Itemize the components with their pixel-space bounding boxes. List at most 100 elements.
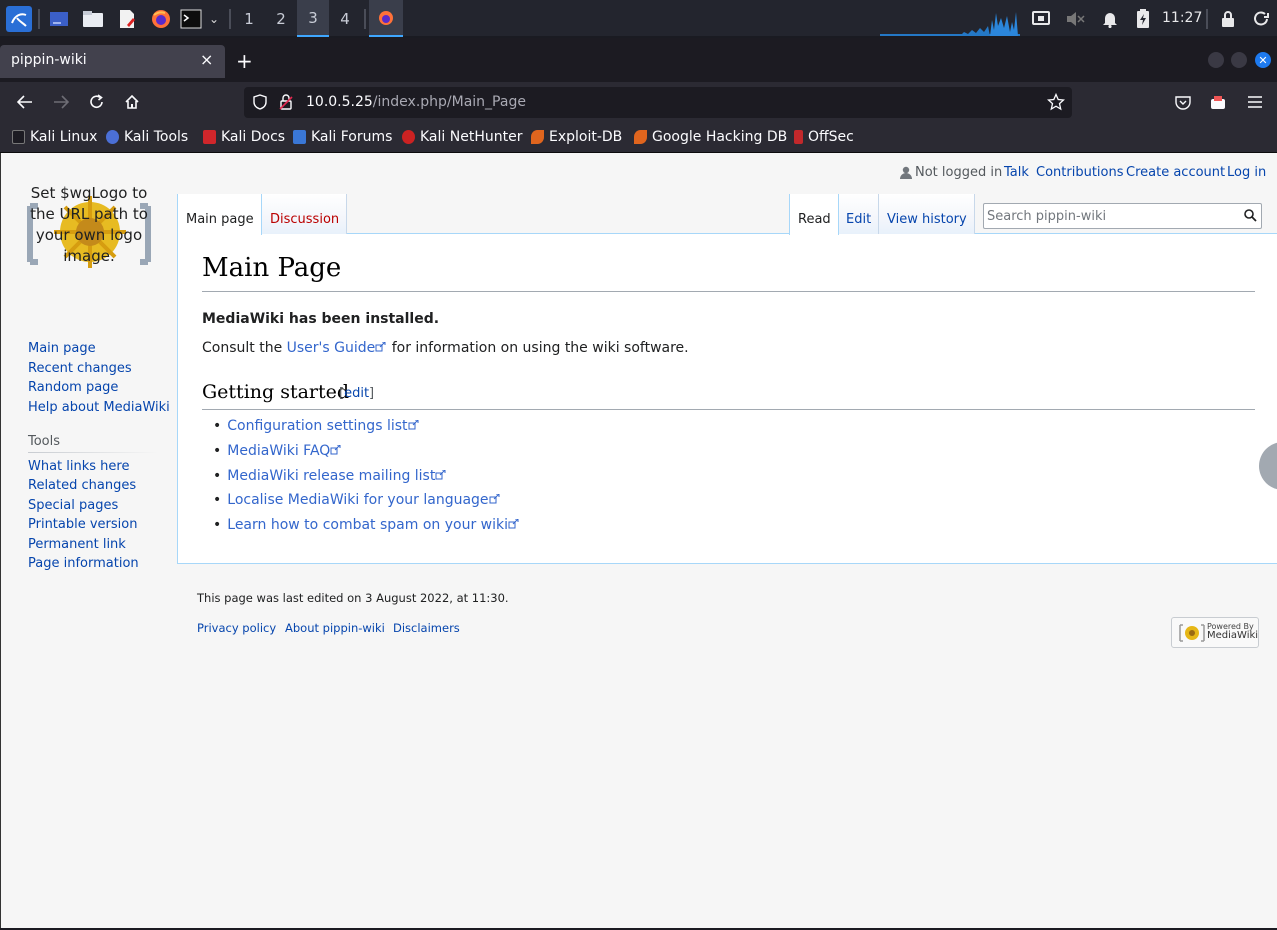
external-link-icon bbox=[435, 470, 447, 480]
sidebar-item-help[interactable]: Help about MediaWiki bbox=[28, 400, 170, 415]
firefox-icon[interactable] bbox=[150, 8, 172, 30]
tab-main-page[interactable]: Main page bbox=[186, 212, 254, 227]
tab-read[interactable]: Read bbox=[798, 212, 831, 227]
about-link[interactable]: About pippin-wiki bbox=[285, 621, 385, 635]
chevron-down-icon[interactable]: ⌄ bbox=[205, 8, 223, 30]
sidebar-item-recent-changes[interactable]: Recent changes bbox=[28, 361, 132, 376]
clock[interactable]: 11:27 bbox=[1162, 10, 1202, 26]
bookmark-kali-nethunter[interactable]: Kali NetHunter bbox=[402, 129, 522, 145]
file-manager-icon[interactable] bbox=[82, 8, 104, 30]
workspace-3[interactable]: 3 bbox=[297, 0, 329, 37]
mailing-list-link[interactable]: MediaWiki release mailing list bbox=[227, 468, 435, 484]
combat-spam-link[interactable]: Learn how to combat spam on your wiki bbox=[227, 517, 508, 533]
new-tab-button[interactable]: + bbox=[236, 49, 253, 73]
user-icon bbox=[900, 166, 912, 179]
tab-edit[interactable]: Edit bbox=[846, 212, 871, 227]
hamburger-menu-icon[interactable] bbox=[1245, 92, 1265, 112]
desktop-icon[interactable] bbox=[48, 8, 70, 30]
tab-view-history[interactable]: View history bbox=[887, 212, 967, 227]
list-item: • Configuration settings list bbox=[213, 418, 420, 434]
bookmark-star-icon[interactable] bbox=[1046, 92, 1066, 112]
url-text[interactable]: 10.0.5.25/index.php/Main_Page bbox=[306, 94, 526, 110]
home-button[interactable] bbox=[122, 92, 142, 112]
bookmark-kali-docs[interactable]: Kali Docs bbox=[203, 129, 285, 145]
minimize-window-button[interactable] bbox=[1208, 52, 1224, 68]
back-button[interactable] bbox=[15, 92, 35, 112]
text-editor-icon[interactable] bbox=[116, 8, 138, 30]
lock-icon[interactable] bbox=[1218, 9, 1238, 29]
sidebar-item-permanent-link[interactable]: Permanent link bbox=[28, 537, 126, 552]
sidebar-item-page-information[interactable]: Page information bbox=[28, 556, 139, 571]
sidebar-item-related-changes[interactable]: Related changes bbox=[28, 478, 136, 493]
forward-button[interactable] bbox=[51, 92, 71, 112]
firefox-window-button[interactable] bbox=[369, 0, 403, 37]
sidebar-item-what-links-here[interactable]: What links here bbox=[28, 459, 129, 474]
edit-bracket-close: ] bbox=[369, 386, 375, 401]
page-title: Main Page bbox=[202, 253, 342, 283]
search-icon[interactable] bbox=[1244, 209, 1257, 222]
tools-heading: Tools bbox=[28, 434, 61, 449]
log-in-link[interactable]: Log in bbox=[1227, 165, 1266, 180]
battery-charging-icon[interactable] bbox=[1133, 9, 1153, 29]
users-guide-link[interactable]: User's Guide bbox=[287, 340, 376, 356]
external-link-icon bbox=[489, 494, 501, 504]
privacy-policy-link[interactable]: Privacy policy bbox=[197, 621, 276, 635]
section-edit-link[interactable]: edit bbox=[344, 386, 369, 401]
bookmark-kali-tools[interactable]: Kali Tools bbox=[106, 129, 188, 145]
close-window-button[interactable]: ✕ bbox=[1255, 52, 1271, 68]
screen: ⌄ 1 2 3 4 11:27 pippin-wiki × + ✕ 10.0.5… bbox=[0, 0, 1277, 930]
tab-discussion[interactable]: Discussion bbox=[270, 212, 339, 227]
kali-menu-icon[interactable] bbox=[6, 6, 32, 32]
exploit-db-icon bbox=[531, 130, 544, 144]
maximize-window-button[interactable] bbox=[1231, 52, 1247, 68]
mute-icon[interactable] bbox=[1065, 9, 1085, 29]
power-icon[interactable] bbox=[1252, 9, 1272, 29]
bookmark-label: Kali Linux bbox=[30, 129, 98, 145]
bookmark-offsec[interactable]: OffSec bbox=[794, 129, 854, 145]
mediawiki-faq-link[interactable]: MediaWiki FAQ bbox=[227, 443, 330, 459]
tab-title[interactable]: pippin-wiki bbox=[11, 52, 87, 68]
bookmark-kali-forums[interactable]: Kali Forums bbox=[293, 129, 392, 145]
sidebar-item-random-page[interactable]: Random page bbox=[28, 380, 118, 395]
list-item: • MediaWiki release mailing list bbox=[213, 468, 447, 484]
bookmark-kali-linux[interactable]: Kali Linux bbox=[12, 129, 97, 145]
tab-close-icon[interactable]: × bbox=[200, 50, 213, 69]
network-icon[interactable] bbox=[1031, 9, 1051, 29]
terminal-icon[interactable] bbox=[180, 8, 202, 30]
not-logged-in-text: Not logged in bbox=[915, 165, 1003, 180]
pocket-icon[interactable] bbox=[1173, 92, 1193, 112]
disclaimers-link[interactable]: Disclaimers bbox=[393, 621, 460, 635]
configuration-settings-link[interactable]: Configuration settings list bbox=[227, 418, 407, 434]
list-item: • MediaWiki FAQ bbox=[213, 443, 342, 459]
external-link-icon bbox=[330, 445, 342, 455]
section-heading: Getting started bbox=[202, 381, 350, 403]
bookmark-label: Kali Forums bbox=[311, 129, 393, 145]
insecure-lock-icon[interactable] bbox=[276, 92, 296, 112]
contributions-link[interactable]: Contributions bbox=[1036, 165, 1124, 180]
external-link-icon bbox=[408, 420, 420, 430]
last-edited-text: This page was last edited on 3 August 20… bbox=[197, 591, 509, 605]
cpu-graph bbox=[880, 8, 1020, 36]
tracking-shield-icon[interactable] bbox=[250, 92, 270, 112]
section-divider bbox=[202, 409, 1255, 410]
sidebar-item-printable-version[interactable]: Printable version bbox=[28, 517, 137, 532]
bookmark-google-hacking-db[interactable]: Google Hacking DB bbox=[634, 129, 787, 145]
kali-nethunter-icon bbox=[402, 130, 415, 144]
localise-link[interactable]: Localise MediaWiki for your language bbox=[227, 492, 488, 508]
extension-icon[interactable] bbox=[1208, 92, 1228, 112]
workspace-1[interactable]: 1 bbox=[233, 0, 265, 37]
external-link-icon bbox=[375, 342, 387, 352]
create-account-link[interactable]: Create account bbox=[1126, 165, 1225, 180]
talk-link[interactable]: Talk bbox=[1004, 165, 1029, 180]
list-item: • Learn how to combat spam on your wiki bbox=[213, 517, 520, 533]
notification-bell-icon[interactable] bbox=[1100, 9, 1120, 29]
workspace-2[interactable]: 2 bbox=[265, 0, 297, 37]
consult-prefix: Consult the bbox=[202, 340, 287, 356]
bookmark-exploit-db[interactable]: Exploit-DB bbox=[531, 129, 622, 145]
reload-button[interactable] bbox=[87, 92, 107, 112]
powered-by-text: Powered By MediaWiki bbox=[1207, 622, 1258, 641]
sidebar-item-special-pages[interactable]: Special pages bbox=[28, 498, 118, 513]
workspace-4[interactable]: 4 bbox=[329, 0, 361, 37]
sidebar-item-main-page[interactable]: Main page bbox=[28, 341, 96, 356]
consult-suffix: for information on using the wiki softwa… bbox=[387, 340, 689, 356]
